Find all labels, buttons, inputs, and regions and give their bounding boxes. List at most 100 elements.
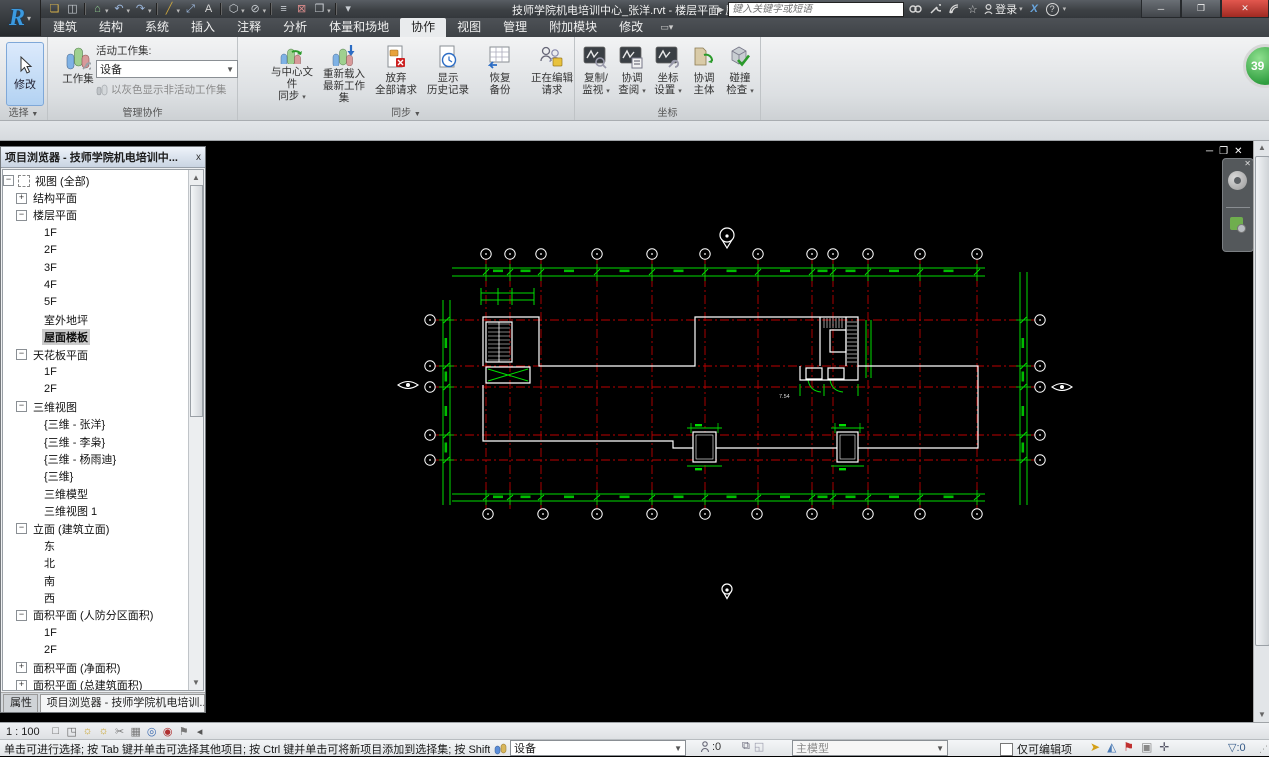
resize-grip[interactable]: ⋰ [1259, 744, 1268, 755]
active-workset-select[interactable]: 设备 ▼ [96, 60, 238, 78]
sync-with-central-icon[interactable]: ⌂ [89, 2, 106, 17]
design-options-icon[interactable]: ⧉ [742, 740, 750, 753]
worksharing-display-icon[interactable]: ⚑ [176, 725, 192, 738]
search-binoculars-icon[interactable] [908, 2, 923, 17]
subscription-wrench-icon[interactable] [927, 2, 942, 17]
view-close-icon[interactable]: ✕ [1234, 146, 1248, 157]
tree-item-三维视图 1[interactable]: 三维视图 1 [3, 502, 189, 519]
status-workset-select[interactable]: 设备 ▼ [510, 740, 686, 756]
editing-requests-button[interactable]: 正在编辑 请求 [526, 41, 578, 104]
tree-item-{三维 - 张洋}[interactable]: {三维 - 张洋} [3, 415, 189, 432]
tree-item-屋面楼板[interactable]: 屋面楼板 [3, 329, 189, 346]
undo-dropdown-icon[interactable]: ▾ [127, 7, 131, 15]
tree-item-东[interactable]: 东 [3, 537, 189, 554]
vertical-scrollbar[interactable]: ▲ ▼ [1253, 140, 1269, 722]
tab-视图[interactable]: 视图 [446, 18, 492, 37]
browser-tab-项目浏览器[interactable]: 项目浏览器 - 技师学院机电培训... [39, 694, 205, 712]
filter-indicator[interactable]: ▽:0 [1228, 741, 1246, 754]
switch-windows-icon[interactable]: ❐ [311, 2, 328, 17]
close-inactive-views-icon[interactable]: ⊠ [293, 2, 310, 17]
reveal-hidden-elements-icon[interactable]: ◉ [160, 725, 176, 738]
tree-item-{三维 - 杨雨迪}[interactable]: {三维 - 杨雨迪} [3, 450, 189, 467]
tree-item-1F[interactable]: 1F [3, 224, 189, 241]
tree-expander-icon[interactable]: − [16, 609, 27, 621]
reload-latest-button[interactable]: 重新载入 最新工作集 [318, 41, 370, 104]
default-3d-view-icon[interactable]: ⬡ [225, 2, 242, 17]
tree-item-室外地坪[interactable]: 室外地坪 [3, 311, 189, 328]
tree-item-5F[interactable]: 5F [3, 294, 189, 311]
interference-check-button[interactable]: 碰撞 检查 ▾ [722, 41, 758, 104]
tree-expander-icon[interactable]: − [16, 401, 27, 413]
redo-icon[interactable]: ↷ [132, 2, 149, 17]
temporary-hide-isolate-icon[interactable]: ◎ [144, 725, 160, 738]
tree-item-面积平面 (人防分区面积)[interactable]: − 面积平面 (人防分区面积) [3, 607, 189, 624]
tree-item-3F[interactable]: 3F [3, 259, 189, 276]
tree-expander-icon[interactable]: + [16, 192, 27, 204]
tree-expander-icon[interactable]: + [16, 679, 27, 690]
help-icon[interactable]: ? [1045, 2, 1059, 16]
select-by-face-icon[interactable]: ▣ [1141, 740, 1152, 754]
detail-level-icon[interactable]: □ [48, 725, 64, 738]
navbar-close-icon[interactable]: ✕ [1244, 159, 1251, 168]
sync-with-central-dropdown-icon[interactable]: ▾ [105, 7, 109, 15]
project-browser-title-bar[interactable]: 项目浏览器 - 技师学院机电培训中... x [1, 147, 205, 168]
measure-dropdown-icon[interactable]: ▾ [177, 7, 181, 15]
gray-inactive-toggle[interactable]: 以灰色显示非活动工作集 [96, 82, 238, 97]
coordination-settings-button[interactable]: 坐标 设置 ▾ [650, 41, 686, 104]
add-to-set-icon[interactable]: ◱ [754, 740, 764, 753]
steering-wheel-icon[interactable] [1228, 171, 1247, 190]
restore-button[interactable]: ❐ [1181, 0, 1221, 18]
tree-scrollbar[interactable]: ▲ ▼ [188, 170, 203, 690]
tree-item-三维模型[interactable]: 三维模型 [3, 485, 189, 502]
open-file-icon[interactable]: ❏ [46, 2, 63, 17]
sign-in-dropdown-icon[interactable]: ▾ [1019, 5, 1023, 13]
tree-scroll-up-icon[interactable]: ▲ [189, 170, 203, 185]
history-button[interactable]: 显示 历史记录 [422, 41, 474, 104]
save-icon[interactable]: ◫ [64, 2, 81, 17]
tab-系统[interactable]: 系统 [134, 18, 180, 37]
default-3d-view-dropdown-icon[interactable]: ▾ [241, 7, 245, 15]
zoom-tool-icon[interactable] [1230, 217, 1246, 233]
tree-item-南[interactable]: 南 [3, 572, 189, 589]
design-option-select[interactable]: 主模型 ▼ [792, 740, 948, 756]
tree-expander-icon[interactable]: + [16, 662, 27, 674]
app-menu-button[interactable]: R ▾ [0, 0, 41, 36]
tab-建筑[interactable]: 建筑 [42, 18, 88, 37]
search-input[interactable] [728, 1, 905, 17]
scroll-down-icon[interactable]: ▼ [1254, 707, 1269, 722]
tree-item-结构平面[interactable]: + 结构平面 [3, 189, 189, 206]
minimize-button[interactable]: ─ [1141, 0, 1181, 18]
tree-item-2F[interactable]: 2F [3, 381, 189, 398]
scroll-left-icon[interactable]: ◂ [192, 725, 208, 738]
tab-分析[interactable]: 分析 [272, 18, 318, 37]
ribbon-display-toggle-icon[interactable]: ▭▾ [660, 18, 673, 37]
tree-item-北[interactable]: 北 [3, 555, 189, 572]
tree-item-面积平面 (总建筑面积)[interactable]: + 面积平面 (总建筑面积) [3, 676, 189, 690]
tree-item-面积平面 (净面积)[interactable]: + 面积平面 (净面积) [3, 659, 189, 676]
copy-monitor-button[interactable]: 复制/监视 ▾ [578, 41, 614, 104]
sign-in-button[interactable]: 登录 ▾ [984, 1, 1023, 17]
view-scale-button[interactable]: 1 : 100 [6, 726, 40, 738]
tree-item-{三维}[interactable]: {三维} [3, 468, 189, 485]
tree-expander-icon[interactable]: − [3, 175, 14, 187]
tree-expander-icon[interactable]: − [16, 523, 27, 534]
tree-item-{三维 - 李枭}[interactable]: {三维 - 李枭} [3, 433, 189, 450]
editable-only-checkbox[interactable] [1000, 742, 1013, 756]
tree-item-楼层平面[interactable]: − 楼层平面 [3, 207, 189, 224]
help-dropdown-icon[interactable]: ▾ [1063, 5, 1067, 13]
show-crop-region-icon[interactable]: ▦ [128, 725, 144, 738]
aligned-dimension-icon[interactable]: ⤢ [182, 2, 199, 17]
close-button[interactable]: ✕ [1221, 0, 1269, 18]
tab-结构[interactable]: 结构 [88, 18, 134, 37]
infocenter-expander-icon[interactable]: ▶ [718, 5, 724, 14]
tree-scroll-down-icon[interactable]: ▼ [189, 675, 203, 690]
relinquish-button[interactable]: 放弃 全部请求 [370, 41, 422, 104]
sun-path-icon[interactable]: ☼ [80, 725, 96, 738]
tree-item-视图 (全部)[interactable]: − 视图 (全部) [3, 172, 189, 189]
tree-item-4F[interactable]: 4F [3, 276, 189, 293]
tab-插入[interactable]: 插入 [180, 18, 226, 37]
sync-central-button[interactable]: 与中心文件 同步 ▾ [266, 41, 318, 104]
customize-quick-access-icon[interactable]: ▾ [340, 2, 357, 17]
vertical-scroll-thumb[interactable] [1255, 156, 1269, 646]
shadows-icon[interactable]: ☼ [96, 725, 112, 738]
